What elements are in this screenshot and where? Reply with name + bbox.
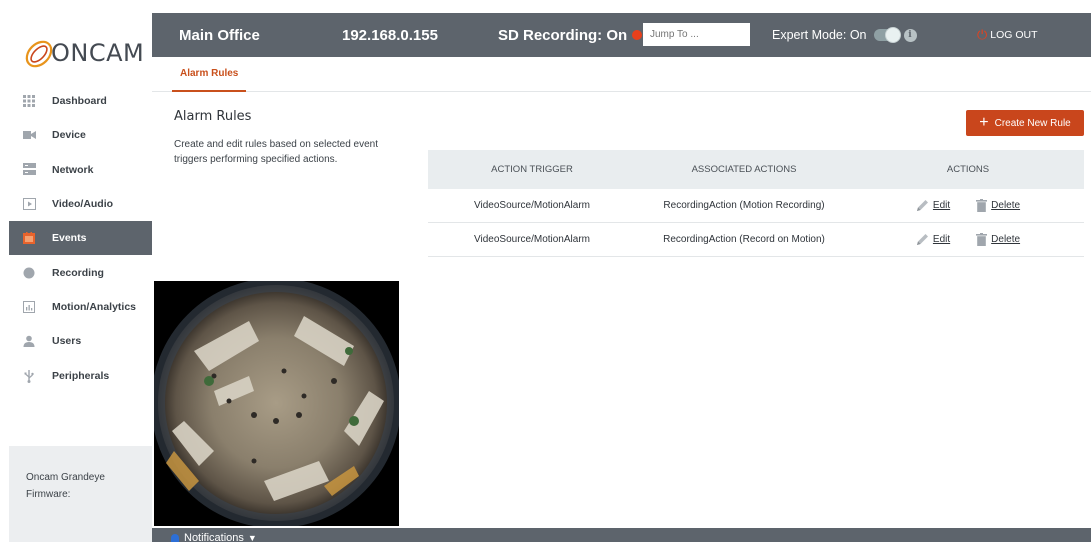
expert-mode-label: Expert Mode: On [772, 28, 867, 42]
sidebar-item-label: Recording [52, 266, 104, 279]
sidebar-item-motion-analytics[interactable]: Motion/Analytics [9, 290, 152, 324]
table-header: ACTION TRIGGER ASSOCIATED ACTIONS ACTION… [428, 150, 1084, 189]
edit-label: Edit [932, 234, 951, 245]
grid-icon [22, 94, 36, 108]
chevron-down-icon: ▼ [247, 533, 257, 542]
edit-label: Edit [932, 200, 951, 211]
fisheye-image [154, 281, 399, 526]
column-header-action-trigger: ACTION TRIGGER [491, 164, 573, 175]
power-icon: ⏻ [977, 27, 988, 42]
logout-label: LOG OUT [990, 29, 1038, 41]
oncam-logo: ONCAM [19, 33, 144, 73]
notifications-toggle[interactable]: Notifications ▼ [171, 532, 257, 542]
column-header-associated-actions: ASSOCIATED ACTIONS [691, 164, 797, 175]
firmware-label: Firmware: [26, 489, 71, 500]
sidebar-item-label: Dashboard [52, 95, 107, 108]
sidebar-item-video-audio[interactable]: Video/Audio [9, 187, 152, 221]
table-row: VideoSource/MotionAlarm RecordingAction … [428, 223, 1084, 257]
sd-recording-label: SD Recording: On [498, 26, 628, 44]
analytics-icon [22, 300, 36, 314]
expert-mode-toggle[interactable] [873, 27, 901, 43]
sidebar-item-label: Motion/Analytics [52, 300, 137, 313]
tab-alarm-rules[interactable]: Alarm Rules [172, 57, 247, 92]
plus-icon: + [979, 114, 989, 131]
sidebar-item-events[interactable]: Events [9, 221, 152, 256]
sidebar-item-label: Users [52, 335, 82, 348]
sidebar-item-label: Video/Audio [52, 198, 114, 211]
tab-bar: Alarm Rules [152, 57, 1091, 92]
sidebar-item-label: Device [52, 129, 86, 142]
calendar-icon [22, 231, 36, 245]
device-name: Oncam Grandeye [26, 472, 105, 483]
sidebar-nav: Dashboard Device Network Video/Audio Eve… [9, 84, 152, 393]
logo-text: ONCAM [51, 39, 145, 67]
sidebar-item-dashboard[interactable]: Dashboard [9, 84, 152, 118]
ip-address: 192.168.0.155 [342, 26, 438, 44]
camera-preview [154, 281, 399, 526]
sidebar-item-network[interactable]: Network [9, 153, 152, 187]
delete-button[interactable]: Delete [976, 199, 1020, 212]
alarm-rules-table: ACTION TRIGGER ASSOCIATED ACTIONS ACTION… [428, 150, 1084, 257]
sidebar-item-device[interactable]: Device [9, 118, 152, 152]
cell-action: RecordingAction (Motion Recording) [663, 200, 825, 211]
page-title: Alarm Rules [174, 109, 252, 124]
site-name: Main Office [179, 26, 260, 44]
create-new-rule-button[interactable]: + Create New Rule [966, 110, 1084, 136]
camera-icon [22, 128, 36, 142]
expert-mode: Expert Mode: On i [772, 13, 917, 57]
trash-icon [976, 199, 988, 212]
bell-icon [171, 533, 179, 542]
delete-label: Delete [991, 234, 1021, 245]
edit-button[interactable]: Edit [916, 199, 950, 212]
sidebar-item-label: Network [52, 163, 94, 176]
page-description: Create and edit rules based on selected … [174, 139, 379, 165]
pencil-icon [916, 200, 928, 211]
edit-button[interactable]: Edit [916, 233, 950, 246]
cell-trigger: VideoSource/MotionAlarm [474, 234, 590, 245]
column-header-actions: ACTIONS [946, 164, 990, 175]
network-icon [22, 163, 36, 177]
table-row: VideoSource/MotionAlarm RecordingAction … [428, 189, 1084, 223]
sidebar-item-label: Peripherals [52, 369, 110, 382]
cell-action: RecordingAction (Record on Motion) [663, 234, 825, 245]
pencil-icon [916, 234, 928, 245]
record-icon [22, 266, 36, 280]
cell-trigger: VideoSource/MotionAlarm [474, 200, 590, 211]
toggle-knob [884, 27, 901, 43]
device-info-panel: Oncam Grandeye Firmware: [9, 446, 152, 542]
logout-button[interactable]: ⏻ LOG OUT [977, 13, 1038, 57]
sd-recording-status: SD Recording: On [498, 13, 643, 57]
sidebar-item-users[interactable]: Users [9, 324, 152, 358]
cell-actions: Edit Delete [852, 233, 1084, 246]
sidebar-item-label: Events [52, 232, 87, 245]
top-bar: Main Office 192.168.0.155 SD Recording: … [152, 13, 1091, 57]
usb-icon [22, 369, 36, 383]
create-new-rule-label: Create New Rule [994, 117, 1071, 129]
recording-dot-icon [632, 30, 643, 40]
info-icon[interactable]: i [903, 28, 917, 42]
play-icon [22, 197, 36, 211]
trash-icon [976, 233, 988, 246]
delete-label: Delete [991, 200, 1021, 211]
cell-actions: Edit Delete [852, 199, 1084, 212]
jump-to-input[interactable] [643, 23, 750, 46]
delete-button[interactable]: Delete [976, 233, 1020, 246]
sidebar-item-peripherals[interactable]: Peripherals [9, 358, 152, 392]
notifications-bar: Notifications ▼ [152, 528, 1091, 542]
sidebar: ONCAM Dashboard Device Network Video/Aud… [9, 13, 152, 542]
notifications-label: Notifications [184, 532, 244, 542]
sidebar-item-recording[interactable]: Recording [9, 255, 152, 289]
user-icon [22, 334, 36, 348]
